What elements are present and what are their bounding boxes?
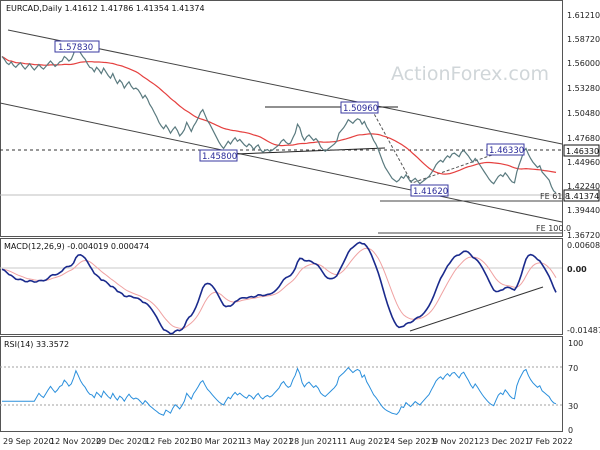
macd-header: MACD(12,26,9) -0.004019 0.000474 xyxy=(4,242,149,251)
rsi-tick: 30 xyxy=(568,402,578,411)
marker-46330: 1.46330 xyxy=(566,147,599,156)
macd-tick: 0.006084 xyxy=(567,241,600,250)
date-tick: 29 Dec 2020 xyxy=(96,437,147,446)
rsi-y-axis: 100 70 30 0 xyxy=(568,339,583,435)
price-tick: 1.44960 xyxy=(567,158,600,167)
label-46330: 1.46330 xyxy=(489,146,524,156)
watermark: ActionForex.com xyxy=(391,63,549,85)
date-tick: 29 Sep 2020 xyxy=(3,437,54,446)
price-tick: 1.47680 xyxy=(567,134,600,143)
price-tick: 1.36720 xyxy=(567,231,600,240)
date-tick: 30 Mar 2021 xyxy=(192,437,243,446)
date-tick: 11 Aug 2021 xyxy=(337,437,388,446)
marker-fe-100: FE 100.0 xyxy=(536,224,571,233)
price-tick: 1.58720 xyxy=(567,35,600,44)
date-tick: 13 May 2021 xyxy=(241,437,293,446)
date-tick: 12 Nov 2020 xyxy=(50,437,101,446)
date-tick: 12 Feb 2021 xyxy=(145,437,195,446)
rsi-tick: 70 xyxy=(568,364,578,373)
date-tick: 28 Jun 2021 xyxy=(289,437,337,446)
label-57830: 1.57830 xyxy=(58,43,93,53)
macd-panel xyxy=(0,238,563,335)
label-41620: 1.41620 xyxy=(413,187,448,197)
date-tick: 24 Sep 2021 xyxy=(385,437,436,446)
rsi-tick: 100 xyxy=(568,339,583,348)
label-45800: 1.45800 xyxy=(202,152,237,162)
macd-tick: 0.00 xyxy=(567,265,587,274)
price-header: EURCAD,Daily 1.41612 1.41786 1.41354 1.4… xyxy=(6,4,205,13)
price-tick: 1.50480 xyxy=(567,109,600,118)
date-tick: 23 Dec 2021 xyxy=(479,437,530,446)
price-y-axis: 1.61210 1.58720 1.56000 1.53280 1.50480 … xyxy=(567,11,600,240)
label-50960: 1.50960 xyxy=(343,104,378,114)
macd-tick: -0.014876 xyxy=(567,326,600,335)
price-tick: 1.39440 xyxy=(567,206,600,215)
rsi-header: RSI(14) 33.3572 xyxy=(4,340,69,349)
price-tick: 1.56000 xyxy=(567,59,600,68)
rsi-tick: 0 xyxy=(568,426,573,435)
marker-fe-61-8: FE 61.8 xyxy=(540,192,570,201)
x-axis: 29 Sep 2020 12 Nov 2020 29 Dec 2020 12 F… xyxy=(3,437,573,446)
marker-41374: 1.41374 xyxy=(566,192,599,201)
date-tick: 9 Nov 2021 xyxy=(433,437,479,446)
chart: ActionForex.com EURCAD,Daily 1.41612 1.4… xyxy=(0,0,600,446)
date-tick: 7 Feb 2022 xyxy=(528,437,573,446)
price-tick: 1.61210 xyxy=(567,11,600,20)
macd-y-axis: 0.006084 0.00 -0.014876 xyxy=(567,241,600,335)
price-tick: 1.53280 xyxy=(567,84,600,93)
